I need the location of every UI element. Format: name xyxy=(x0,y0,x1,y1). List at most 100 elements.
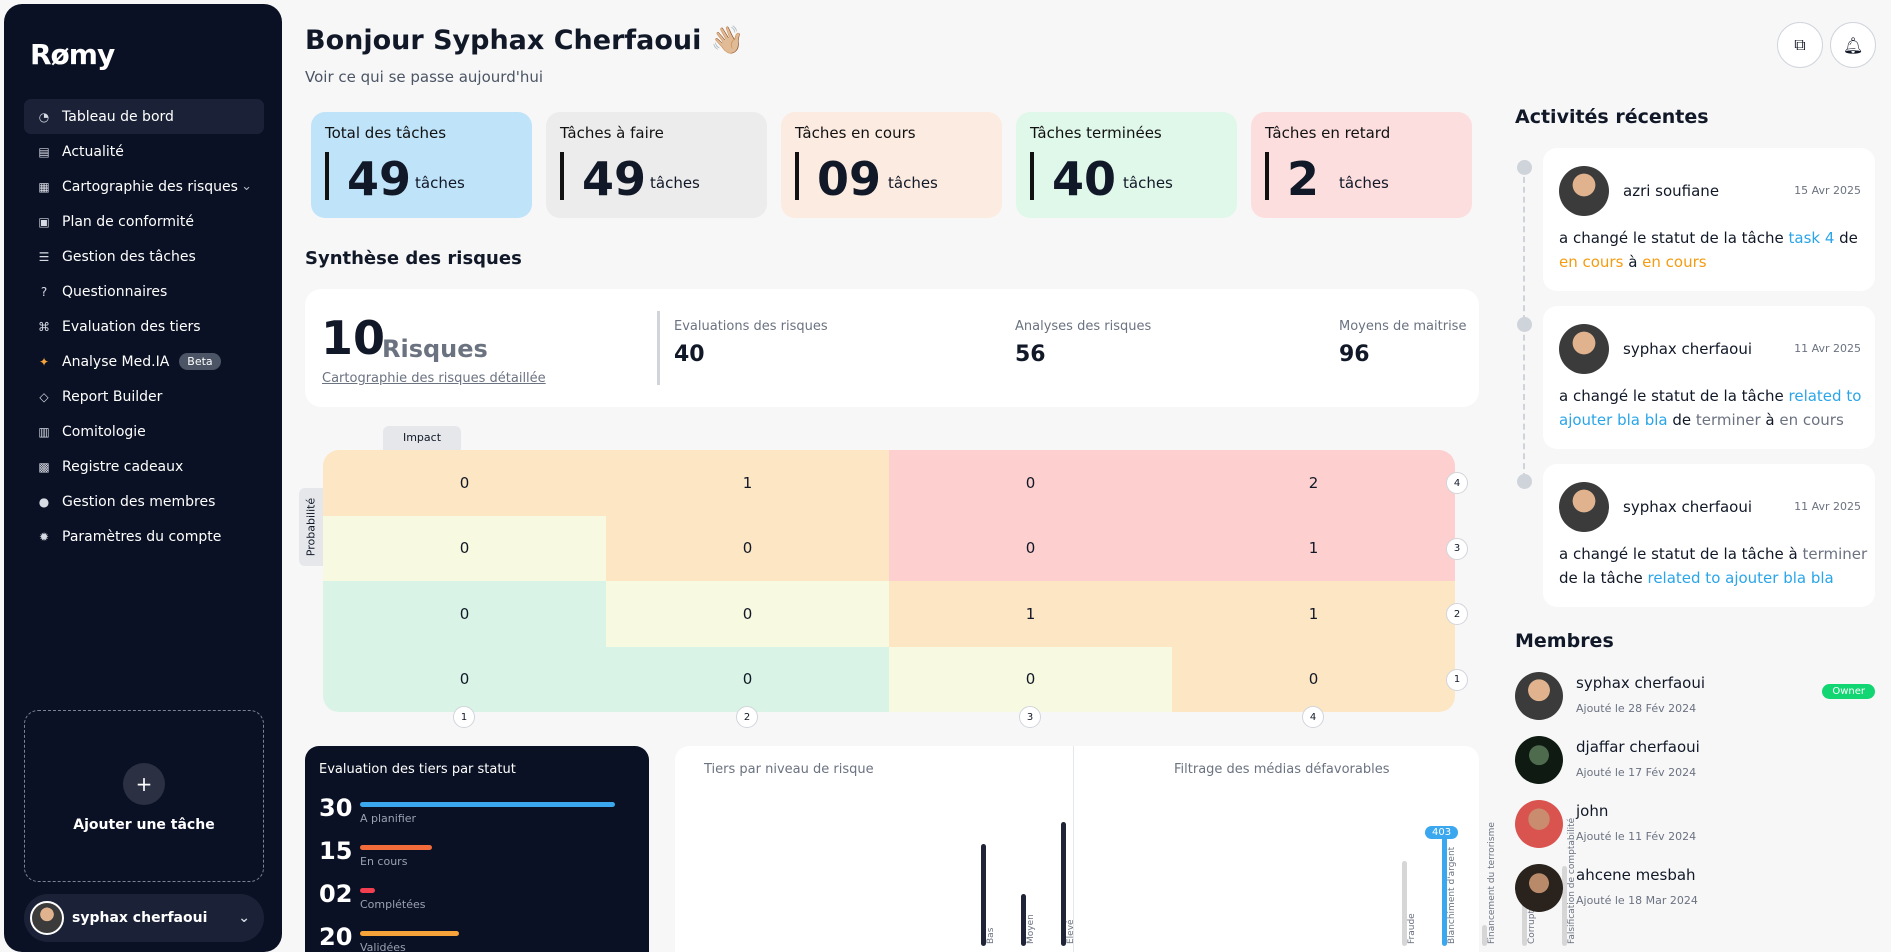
activity-date: 11 Avr 2025 xyxy=(1794,500,1861,513)
matrix-cell[interactable]: 0 xyxy=(889,450,1172,516)
y-axis-tick: 4 xyxy=(1446,472,1468,494)
report-icon: ◇ xyxy=(39,389,49,404)
tiers-bar xyxy=(360,845,432,850)
tiers-row[interactable]: 30 A planifier xyxy=(319,794,639,834)
matrix-cell[interactable]: 1 xyxy=(889,581,1172,647)
matrix-cell[interactable]: 0 xyxy=(323,450,606,516)
card-unit: tâches xyxy=(888,174,938,192)
tiers-row[interactable]: 20 Validées xyxy=(319,923,639,952)
matrix-cell[interactable]: 0 xyxy=(323,515,606,581)
task-link[interactable]: related to ajouter bla bla xyxy=(1647,569,1833,587)
sidebar-item-questionnaires[interactable]: ? Questionnaires xyxy=(24,274,264,309)
avatar xyxy=(30,901,64,935)
sidebar-item-third-party[interactable]: ⌘ Evaluation des tiers xyxy=(24,309,264,344)
member-item[interactable]: syphax cherfaoui Ajouté le 28 Fév 2024 Own… xyxy=(1515,672,1885,724)
sidebar-item-risk-map[interactable]: ▦ Cartographie des risques ⌄ xyxy=(24,169,264,204)
sidebar-item-label: Paramètres du compte xyxy=(62,528,222,545)
activity-item[interactable]: azri soufiane 15 Avr 2025 a changé le st… xyxy=(1543,148,1875,291)
sidebar-item-label: Gestion des membres xyxy=(62,493,216,510)
matrix-cell[interactable]: 2 xyxy=(1172,450,1455,516)
chevron-down-icon[interactable]: ⌄ xyxy=(238,910,250,926)
sidebar-item-committees[interactable]: ▥ Comitologie xyxy=(24,414,264,449)
card-accent xyxy=(560,152,564,200)
member-item[interactable]: john Ajouté le 11 Fév 2024 xyxy=(1515,800,1885,852)
sidebar-item-tasks[interactable]: ☰ Gestion des tâches xyxy=(24,239,264,274)
matrix-cell[interactable]: 1 xyxy=(1172,581,1455,647)
member-item[interactable]: djaffar cherfaoui Ajouté le 17 Fév 2024 xyxy=(1515,736,1885,788)
card-value: 49 xyxy=(582,152,647,206)
matrix-cell[interactable]: 0 xyxy=(889,646,1172,712)
matrix-cell[interactable]: 0 xyxy=(323,646,606,712)
user-menu[interactable]: syphax cherfaoui ⌄ xyxy=(24,894,264,942)
matrix-cell[interactable]: 1 xyxy=(1172,515,1455,581)
timeline-dot xyxy=(1517,317,1532,332)
members-title: Membres xyxy=(1515,630,1614,652)
task-link[interactable]: task 4 xyxy=(1789,229,1835,247)
activity-user: azri soufiane xyxy=(1623,182,1720,200)
matrix-cell[interactable]: 0 xyxy=(889,515,1172,581)
card-title: Tâches à faire xyxy=(560,124,664,142)
matrix-cell[interactable]: 1 xyxy=(606,450,889,516)
card-late-tasks[interactable]: Tâches en retard 2 tâches xyxy=(1251,112,1472,218)
sidebar-item-dashboard[interactable]: ◔ Tableau de bord xyxy=(24,99,264,134)
risk-matrix: 0102000100110000 xyxy=(323,450,1455,712)
card-todo-tasks[interactable]: Tâches à faire 49 tâches xyxy=(546,112,767,218)
status-to: terminer xyxy=(1802,545,1868,563)
card-accent xyxy=(1265,152,1269,200)
y-axis-tick: 3 xyxy=(1446,537,1468,560)
tiers-row[interactable]: 02 Complétées xyxy=(319,880,639,920)
activity-message: a changé le statut de la tâche à termine… xyxy=(1559,542,1869,590)
msg-text: a changé le statut de la tâche xyxy=(1559,229,1789,247)
impact-axis-label: Impact xyxy=(383,426,461,450)
avatar xyxy=(1515,864,1563,912)
matrix-cell[interactable]: 0 xyxy=(1172,646,1455,712)
card-total-tasks[interactable]: Total des tâches 49 tâches xyxy=(311,112,532,218)
tiers-label: A planifier xyxy=(360,812,417,825)
activity-item[interactable]: syphax cherfaoui 11 Avr 2025 a changé le… xyxy=(1543,464,1875,607)
bell-icon: 🔔︎ xyxy=(1842,35,1864,55)
sidebar-item-members[interactable]: ● Gestion des membres xyxy=(24,484,264,519)
card-accent xyxy=(1030,152,1034,200)
matrix-cell[interactable]: 0 xyxy=(606,646,889,712)
matrix-cell[interactable]: 0 xyxy=(323,581,606,647)
risk-count: 10 xyxy=(321,311,386,365)
right-panel: ⧉ 🔔︎ Activités récentes azri soufiane 15… xyxy=(1515,0,1891,952)
activity-user: syphax cherfaoui xyxy=(1623,498,1753,516)
sidebar-item-label: Comitologie xyxy=(62,423,146,440)
sidebar-item-media-analysis[interactable]: ✦ Analyse Med.IA Beta xyxy=(24,344,264,379)
sidebar-item-news[interactable]: ▤ Actualité xyxy=(24,134,264,169)
chat-button[interactable]: ⧉ xyxy=(1777,22,1823,68)
news-icon: ▤ xyxy=(38,144,50,159)
sidebar-item-compliance[interactable]: ▣ Plan de conformité xyxy=(24,204,264,239)
tiers-row[interactable]: 15 En cours xyxy=(319,837,639,877)
msg-text: de xyxy=(1667,411,1696,429)
task-cards: Total des tâches 49 tâches Tâches à faire 4… xyxy=(311,112,1472,218)
risk-map-link[interactable]: Cartographie des risques détaillée xyxy=(322,371,546,386)
activity-date: 11 Avr 2025 xyxy=(1794,342,1861,355)
add-task-button[interactable]: + Ajouter une tâche xyxy=(24,710,264,882)
add-task-label: Ajouter une tâche xyxy=(73,817,215,833)
card-inprogress-tasks[interactable]: Tâches en cours 09 tâches xyxy=(781,112,1002,218)
matrix-cell[interactable]: 0 xyxy=(606,581,889,647)
activity-item[interactable]: syphax cherfaoui 11 Avr 2025 a changé le… xyxy=(1543,306,1875,449)
msg-text: à xyxy=(1623,253,1643,271)
avatar xyxy=(1559,482,1609,532)
sidebar-item-gifts[interactable]: ▩ Registre cadeaux xyxy=(24,449,264,484)
sidebar-item-settings[interactable]: ✹ Paramètres du compte xyxy=(24,519,264,554)
sidebar: Rømy ◔ Tableau de bord ▤ Actualité ▦ Cartog… xyxy=(4,4,282,952)
notifications-button[interactable]: 🔔︎ xyxy=(1830,22,1876,68)
msg-text: de xyxy=(1834,229,1858,247)
chevron-down-icon[interactable]: ⌄ xyxy=(241,179,252,194)
card-done-tasks[interactable]: Tâches terminées 40 tâches xyxy=(1016,112,1237,218)
card-accent xyxy=(795,152,799,200)
beta-badge: Beta xyxy=(179,353,221,370)
matrix-cell[interactable]: 0 xyxy=(606,515,889,581)
activity-user: syphax cherfaoui xyxy=(1623,340,1753,358)
y-axis-tick: 2 xyxy=(1446,603,1468,625)
member-name: john xyxy=(1576,802,1609,820)
app-logo[interactable]: Rømy xyxy=(30,38,115,71)
sidebar-item-report-builder[interactable]: ◇ Report Builder xyxy=(24,379,264,414)
network-icon: ⌘ xyxy=(38,319,50,334)
member-item[interactable]: ahcene mesbah Ajouté le 18 Mar 2024 xyxy=(1515,864,1885,916)
activity-message: a changé le statut de la tâche related t… xyxy=(1559,384,1869,432)
